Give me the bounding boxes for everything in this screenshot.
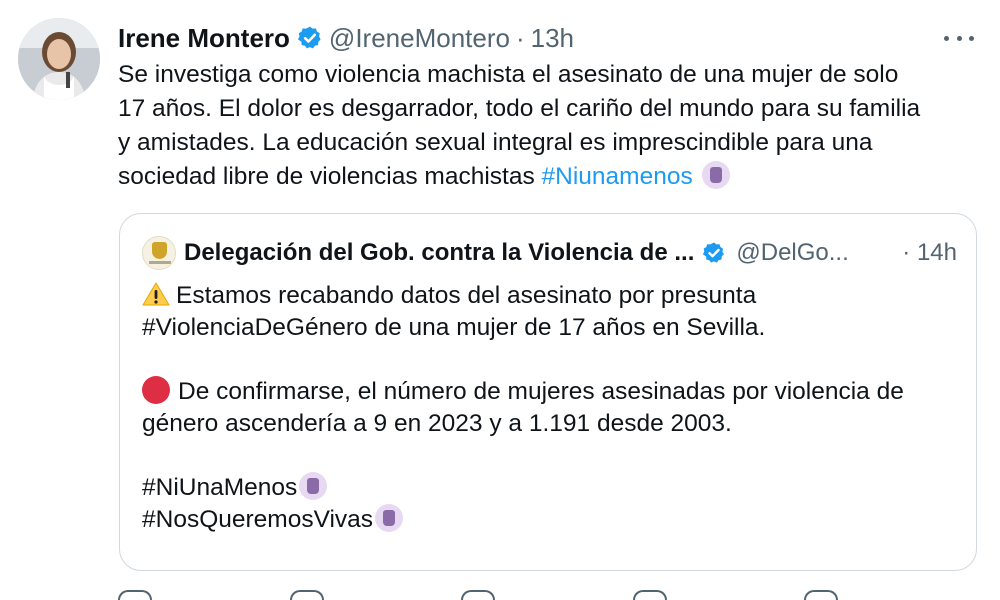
quoted-author-handle[interactable]: @DelGo...: [736, 237, 848, 269]
quoted-author-avatar[interactable]: [142, 236, 176, 270]
quoted-text-line: género ascendería a 9 en 2023 y a 1.191 …: [142, 408, 957, 440]
author-avatar[interactable]: [18, 18, 100, 100]
quoted-hashtag[interactable]: #NiUnaMenos: [142, 474, 297, 501]
tweet-text-line: y amistades. La educación sexual integra…: [118, 129, 873, 156]
tweet-actions-row: [118, 590, 838, 600]
retweet-icon[interactable]: [289, 590, 324, 600]
quoted-text-segment: Estamos recabando datos del asesinato po…: [176, 282, 757, 309]
hashtag-link[interactable]: #Niunamenos: [542, 163, 693, 190]
author-name[interactable]: Irene Montero: [118, 22, 290, 54]
quoted-text-segment: género ascendería a 9 en 2023 y a 1.191 …: [142, 410, 732, 437]
tweet-header: Irene Montero @IreneMontero · 13h: [118, 22, 574, 54]
quoted-text-segment: De confirmarse, el número de mujeres ase…: [178, 378, 904, 405]
tweet-text-line: Se investiga como violencia machista el …: [118, 61, 899, 88]
more-options-icon[interactable]: [944, 24, 974, 52]
tweet-text-line: sociedad libre de violencias machistas #…: [118, 160, 978, 194]
raised-fist-purple-icon: [701, 161, 730, 189]
warning-icon: [142, 282, 170, 306]
quoted-tweet-timestamp[interactable]: · 14h: [902, 237, 957, 269]
quoted-text-line: #ViolenciaDeGénero de una mujer de 17 añ…: [142, 312, 957, 344]
reply-icon[interactable]: [118, 590, 152, 600]
quoted-text-segment: #ViolenciaDeGénero de una mujer de 17 añ…: [142, 314, 766, 341]
quoted-text-line: #NiUnaMenos: [142, 472, 957, 504]
quoted-author-name[interactable]: Delegación del Gob. contra la Violencia …: [184, 237, 694, 269]
tweet-text-line: 17 años. El dolor es desgarrador, todo e…: [118, 95, 921, 122]
person-photo-icon: [18, 18, 100, 100]
tweet-text-segment: sociedad libre de violencias machistas: [118, 163, 535, 190]
raised-fist-purple-icon: [375, 504, 404, 532]
raised-fist-purple-icon: [299, 472, 328, 500]
quoted-hashtag[interactable]: #NosQueremosVivas: [142, 506, 373, 533]
views-icon[interactable]: [632, 590, 667, 600]
quoted-tweet-card[interactable]: Delegación del Gob. contra la Violencia …: [119, 213, 977, 571]
quoted-text-line: Estamos recabando datos del asesinato po…: [142, 280, 957, 312]
verified-badge-icon: [703, 242, 725, 263]
tweet-timestamp[interactable]: 13h: [531, 22, 574, 54]
author-handle[interactable]: @IreneMontero: [329, 22, 510, 54]
quoted-text-line: De confirmarse, el número de mujeres ase…: [142, 376, 957, 408]
tweet-text: Se investiga como violencia machista el …: [118, 58, 978, 194]
separator-dot: ·: [515, 23, 525, 53]
share-icon[interactable]: [804, 590, 838, 600]
quoted-text-line: #NosQueremosVivas: [142, 504, 957, 536]
like-icon[interactable]: [461, 590, 495, 600]
tweet-card[interactable]: Irene Montero @IreneMontero · 13h Se inv…: [0, 0, 1000, 600]
quoted-tweet-header: Delegación del Gob. contra la Violencia …: [142, 236, 957, 270]
quoted-tweet-text: Estamos recabando datos del asesinato po…: [142, 280, 957, 536]
red-circle-icon: [142, 376, 170, 404]
verified-badge-icon: [297, 26, 321, 49]
